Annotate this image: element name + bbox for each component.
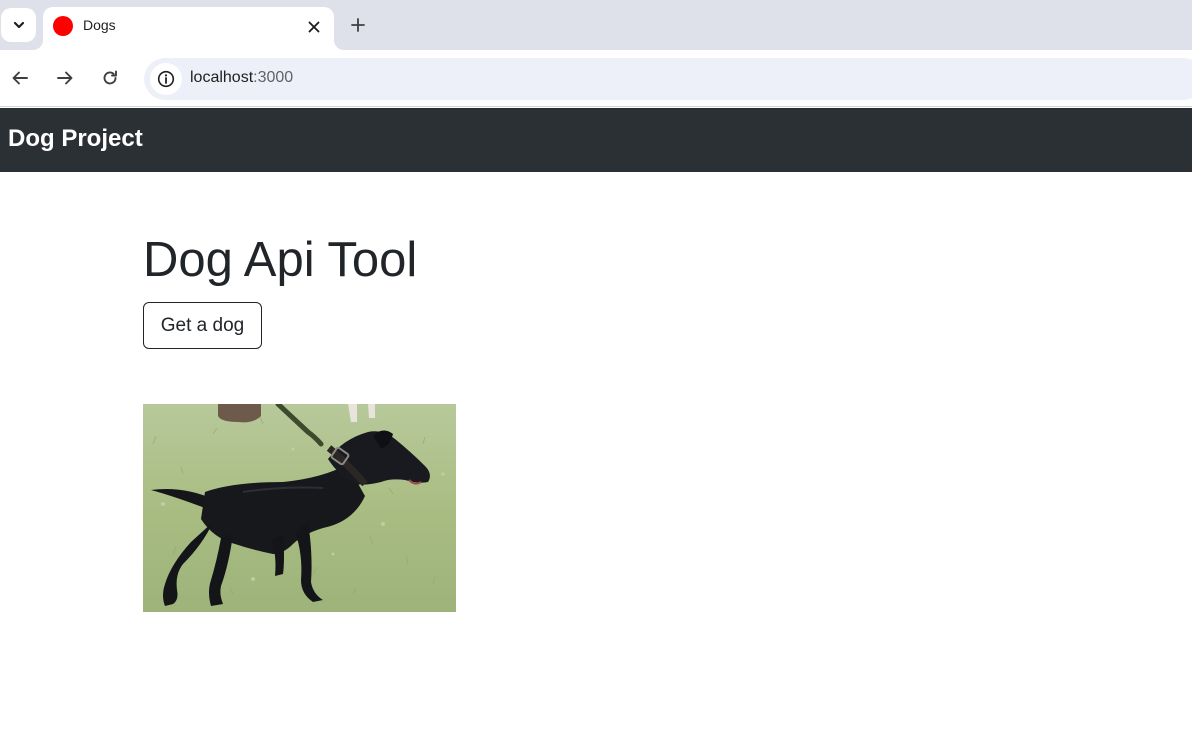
info-icon <box>157 70 175 88</box>
browser-tab[interactable]: Dogs <box>43 7 334 50</box>
navbar: Dog Project <box>0 108 1192 172</box>
back-button[interactable] <box>6 64 34 92</box>
site-info-button[interactable] <box>150 63 182 95</box>
plus-icon <box>351 18 365 32</box>
tab-search-button[interactable] <box>1 8 36 42</box>
forward-arrow-icon <box>57 71 73 85</box>
page-title: Dog Api Tool <box>143 233 418 287</box>
dog-image <box>143 404 456 612</box>
tab-strip: Dogs <box>0 0 1192 50</box>
back-arrow-icon <box>12 71 28 85</box>
reload-icon <box>103 70 117 85</box>
url-text: localhost:3000 <box>190 69 293 87</box>
tab-title: Dogs <box>83 17 116 33</box>
close-icon <box>308 21 320 33</box>
chevron-down-icon <box>13 21 24 29</box>
browser-toolbar: localhost:3000 <box>0 50 1192 107</box>
favicon-icon <box>53 16 73 36</box>
get-dog-button[interactable]: Get a dog <box>143 302 262 349</box>
url-host: localhost <box>190 69 254 86</box>
url-port: :3000 <box>253 69 294 86</box>
address-bar[interactable]: localhost:3000 <box>144 58 1192 100</box>
tab-close-button[interactable] <box>303 16 325 38</box>
reload-button[interactable] <box>96 64 124 92</box>
forward-button[interactable] <box>51 64 79 92</box>
new-tab-button[interactable] <box>344 11 372 39</box>
navbar-brand[interactable]: Dog Project <box>8 125 143 153</box>
